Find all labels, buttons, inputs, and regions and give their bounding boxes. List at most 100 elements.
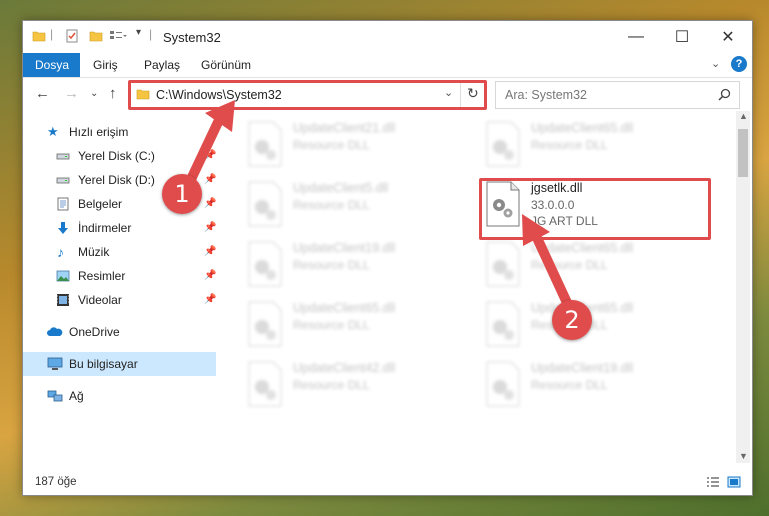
list-item[interactable]: UpdateClient19.dll Resource DLL [485,361,705,417]
list-item[interactable]: UpdateClient19.dll Resource DLL [247,241,467,297]
list-item[interactable]: UpdateClient65.dll Resource DLL [485,241,705,297]
pin-icon[interactable]: 📌 [204,240,216,264]
sidebar-item-label: Videolar [78,293,122,307]
item-count: 187 öğe [35,476,77,488]
pin-icon[interactable]: 📌 [204,264,216,288]
pin-icon[interactable]: 📌 [204,288,216,312]
sidebar-item-onedrive[interactable]: OneDrive [23,320,216,344]
sidebar-item-videos[interactable]: Videolar 📌 [23,288,216,312]
sidebar-item-label: Ağ [69,389,84,403]
sidebar-item-label: İndirmeler [78,221,132,235]
large-icons-view-icon[interactable] [727,475,741,489]
details-view-icon[interactable] [706,475,720,489]
file-description: Resource DLL [293,258,370,272]
file-description: Resource DLL [293,318,370,332]
dll-file-icon [248,181,282,227]
download-icon [58,222,68,234]
video-icon [57,294,69,306]
pin-icon[interactable]: 📌 [204,168,216,192]
close-button[interactable]: ✕ [705,21,751,53]
explorer-window: | ▾ | System32 — ☐ ✕ Dosya Giriş Paylaş … [22,20,753,496]
maximize-button[interactable]: ☐ [659,21,705,53]
file-name: UpdateClient5.dll [293,181,389,195]
computer-icon [47,357,63,370]
dll-file-icon [248,241,282,287]
close-icon: ✕ [721,29,735,46]
recent-locations-icon[interactable]: ⌄ [90,88,98,99]
list-item[interactable]: UpdateClient21.dll Resource DLL [247,121,467,177]
file-name: UpdateClient42.dll [293,361,396,375]
title-bar: | ▾ | System32 — ☐ ✕ [23,21,752,53]
list-item[interactable]: UpdateClient5.dll Resource DLL [247,181,467,237]
sidebar-item-pictures[interactable]: Resimler 📌 [23,264,216,288]
dll-file-icon [486,241,520,287]
folder-icon [32,31,46,42]
ribbon: Dosya Giriş Paylaş Görünüm ⌄ ? [23,53,752,78]
up-arrow-icon[interactable]: ↑ [109,85,117,102]
file-name: UpdateClient21.dll [293,121,396,135]
file-name: UpdateClient65.dll [531,121,634,135]
dll-file-icon [248,301,282,347]
list-item[interactable]: UpdateClient42.dll Resource DLL [247,361,467,417]
status-bar: 187 öğe [23,469,752,495]
search-icon[interactable] [718,88,731,101]
help-icon[interactable]: ? [731,56,747,72]
vertical-scrollbar[interactable]: ▲ ▼ [736,111,750,463]
tab-gorunum[interactable]: Görünüm [189,53,263,77]
sidebar-item-this-pc[interactable]: Bu bilgisayar [23,352,216,376]
search-box[interactable]: Ara: System32 [495,81,740,109]
qat-separator: | [50,27,54,41]
scroll-up-icon[interactable]: ▲ [739,111,748,121]
search-placeholder: Ara: System32 [505,88,587,102]
window-title: System32 [163,30,221,45]
view-options-icon[interactable] [109,29,127,43]
dll-file-icon [486,121,520,167]
cloud-icon [47,327,63,336]
pin-icon[interactable]: 📌 [204,192,216,216]
sidebar-item-label: Bu bilgisayar [69,357,138,371]
qat-separator: | [149,27,153,41]
star-icon: ★ [47,124,59,139]
disk-icon [56,177,70,184]
step-marker-1: 1 [162,174,202,214]
dll-file-icon [248,121,282,167]
dll-file-icon [486,361,520,407]
scrollbar-thumb[interactable] [738,129,748,177]
file-name: UpdateClient65.dll [531,241,634,255]
sidebar-item-network[interactable]: Ağ [23,384,216,408]
forward-arrow-icon[interactable]: → [64,85,79,102]
expand-ribbon-icon[interactable]: ⌄ [711,57,720,70]
list-item[interactable]: UpdateClient65.dll Resource DLL [485,301,705,357]
list-item[interactable]: UpdateClient65.dll Resource DLL [247,301,467,357]
qat-dropdown-icon[interactable]: ▾ [136,27,141,38]
new-folder-icon[interactable] [89,29,103,43]
pin-icon[interactable]: 📌 [204,144,216,168]
properties-icon[interactable] [65,29,79,43]
back-arrow-icon[interactable]: ← [35,85,50,102]
pictures-icon [56,270,70,282]
sidebar-item-label: Yerel Disk (C:) [78,149,155,163]
scroll-down-icon[interactable]: ▼ [739,451,748,461]
sidebar-item-downloads[interactable]: İndirmeler 📌 [23,216,216,240]
sidebar-item-local-disk-c[interactable]: Yerel Disk (C:) 📌 [23,144,216,168]
sidebar-item-label: Müzik [78,245,110,259]
tab-giris[interactable]: Giriş [81,53,130,77]
file-description: Resource DLL [293,198,370,212]
minimize-icon: — [628,28,644,45]
address-highlight [128,80,487,110]
tab-paylas[interactable]: Paylaş [132,53,192,77]
file-description: Resource DLL [293,378,370,392]
dll-file-icon [248,361,282,407]
list-item[interactable]: UpdateClient65.dll Resource DLL [485,121,705,177]
network-icon [47,390,63,402]
sidebar-item-label: Resimler [78,269,126,283]
minimize-button[interactable]: — [613,21,659,53]
sidebar-item-music[interactable]: ♪ Müzik 📌 [23,240,216,264]
file-description: Resource DLL [531,258,608,272]
file-name: UpdateClient65.dll [293,301,396,315]
sidebar-item-label: OneDrive [69,325,120,339]
tab-dosya[interactable]: Dosya [23,53,80,77]
pin-icon[interactable]: 📌 [204,216,216,240]
sidebar-item-quick-access[interactable]: ★ Hızlı erişim [23,120,216,144]
sidebar-item-label: Hızlı erişim [69,125,129,139]
